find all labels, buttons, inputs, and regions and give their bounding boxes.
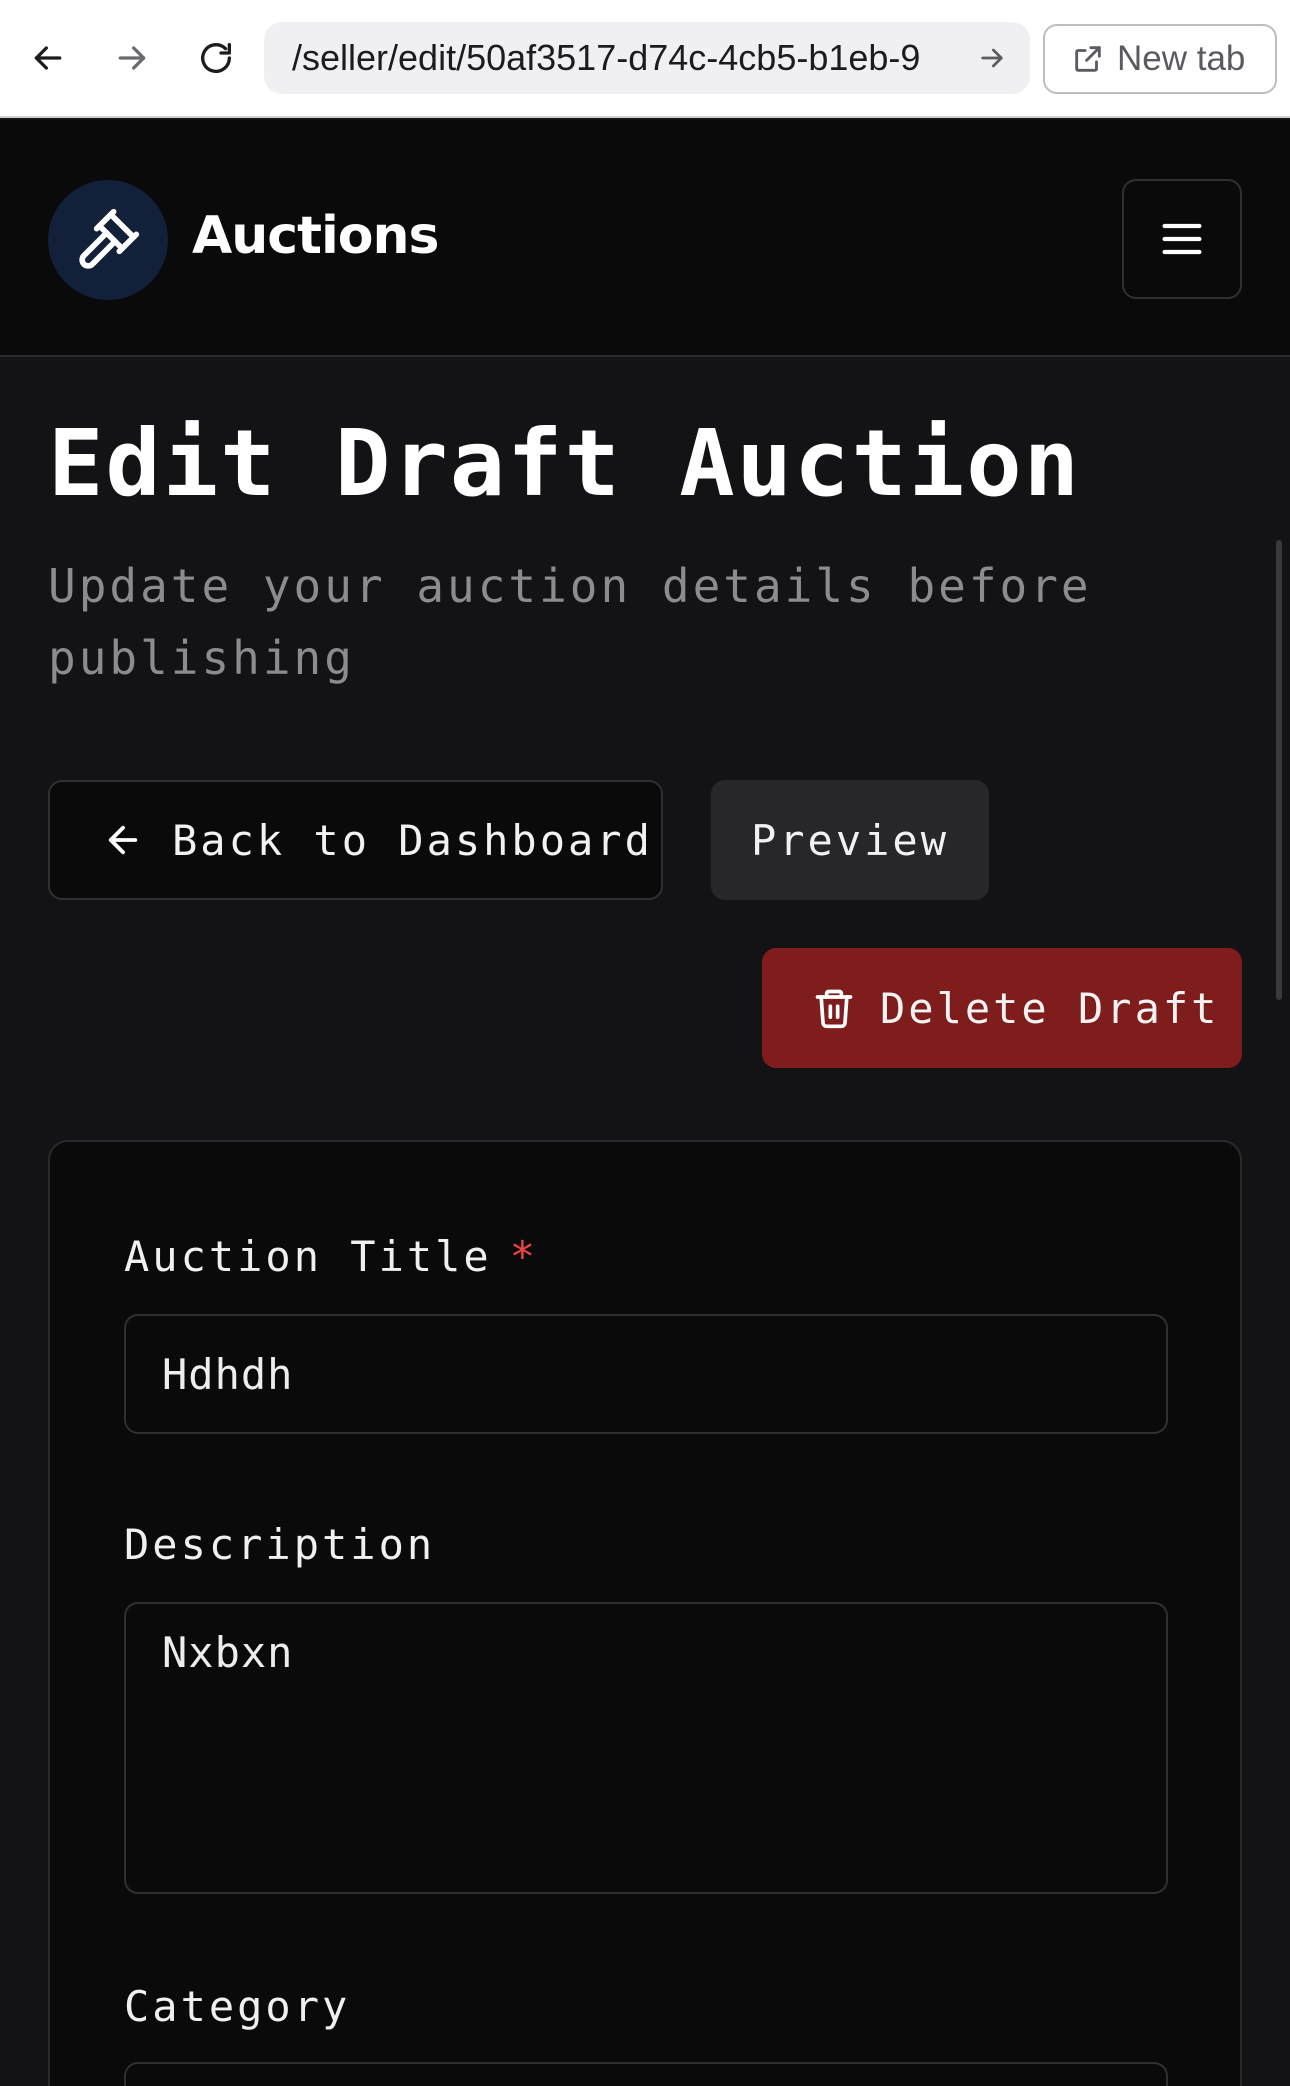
- auction-form-card: Auction Title * Hdhdh Description Nxbxn C…: [48, 1140, 1242, 2086]
- delete-draft-button[interactable]: Delete Draft: [762, 948, 1242, 1068]
- auction-title-input[interactable]: Hdhdh: [124, 1314, 1168, 1434]
- gavel-icon: [79, 208, 140, 269]
- external-link-icon: [1075, 46, 1101, 72]
- auction-title-label-text: Auction Title: [124, 1232, 492, 1281]
- back-arrow-icon[interactable]: [16, 26, 80, 90]
- browser-toolbar: /seller/edit/50af3517-d74c-4cb5-b1eb-9 N…: [0, 0, 1290, 118]
- back-button-label: Back to Dashboard: [172, 815, 653, 865]
- description-textarea[interactable]: Nxbxn: [124, 1602, 1168, 1894]
- required-asterisk: *: [509, 1232, 539, 1281]
- brand-name[interactable]: Auctions: [192, 206, 439, 266]
- description-label: Description: [124, 1520, 436, 1569]
- delete-button-label: Delete Draft: [880, 983, 1220, 1033]
- go-arrow-icon[interactable]: [976, 42, 1008, 74]
- preview-button-label: Preview: [750, 815, 949, 865]
- page-subtitle: Update your auction details before publi…: [48, 559, 1092, 685]
- scrollbar[interactable]: [1276, 540, 1282, 1000]
- arrow-left-icon: [108, 825, 138, 855]
- forward-arrow-icon[interactable]: [100, 26, 164, 90]
- new-tab-button[interactable]: New tab: [1043, 24, 1277, 94]
- back-to-dashboard-button[interactable]: Back to Dashboard: [48, 780, 663, 900]
- category-select[interactable]: [124, 2062, 1168, 2086]
- hamburger-icon: [1162, 223, 1202, 255]
- new-tab-label: New tab: [1117, 39, 1246, 78]
- app-header: Auctions: [0, 120, 1290, 357]
- auction-title-label: Auction Title *: [124, 1232, 538, 1281]
- url-text: /seller/edit/50af3517-d74c-4cb5-b1eb-9: [292, 37, 921, 78]
- menu-button[interactable]: [1122, 179, 1242, 299]
- trash-icon: [815, 989, 853, 1029]
- page-title: Edit Draft Auction: [48, 410, 1081, 517]
- category-label: Category: [124, 1982, 351, 2031]
- logo[interactable]: [48, 180, 168, 300]
- url-bar[interactable]: /seller/edit/50af3517-d74c-4cb5-b1eb-9: [264, 22, 1030, 94]
- reload-icon[interactable]: [184, 26, 248, 90]
- preview-button[interactable]: Preview: [711, 780, 989, 900]
